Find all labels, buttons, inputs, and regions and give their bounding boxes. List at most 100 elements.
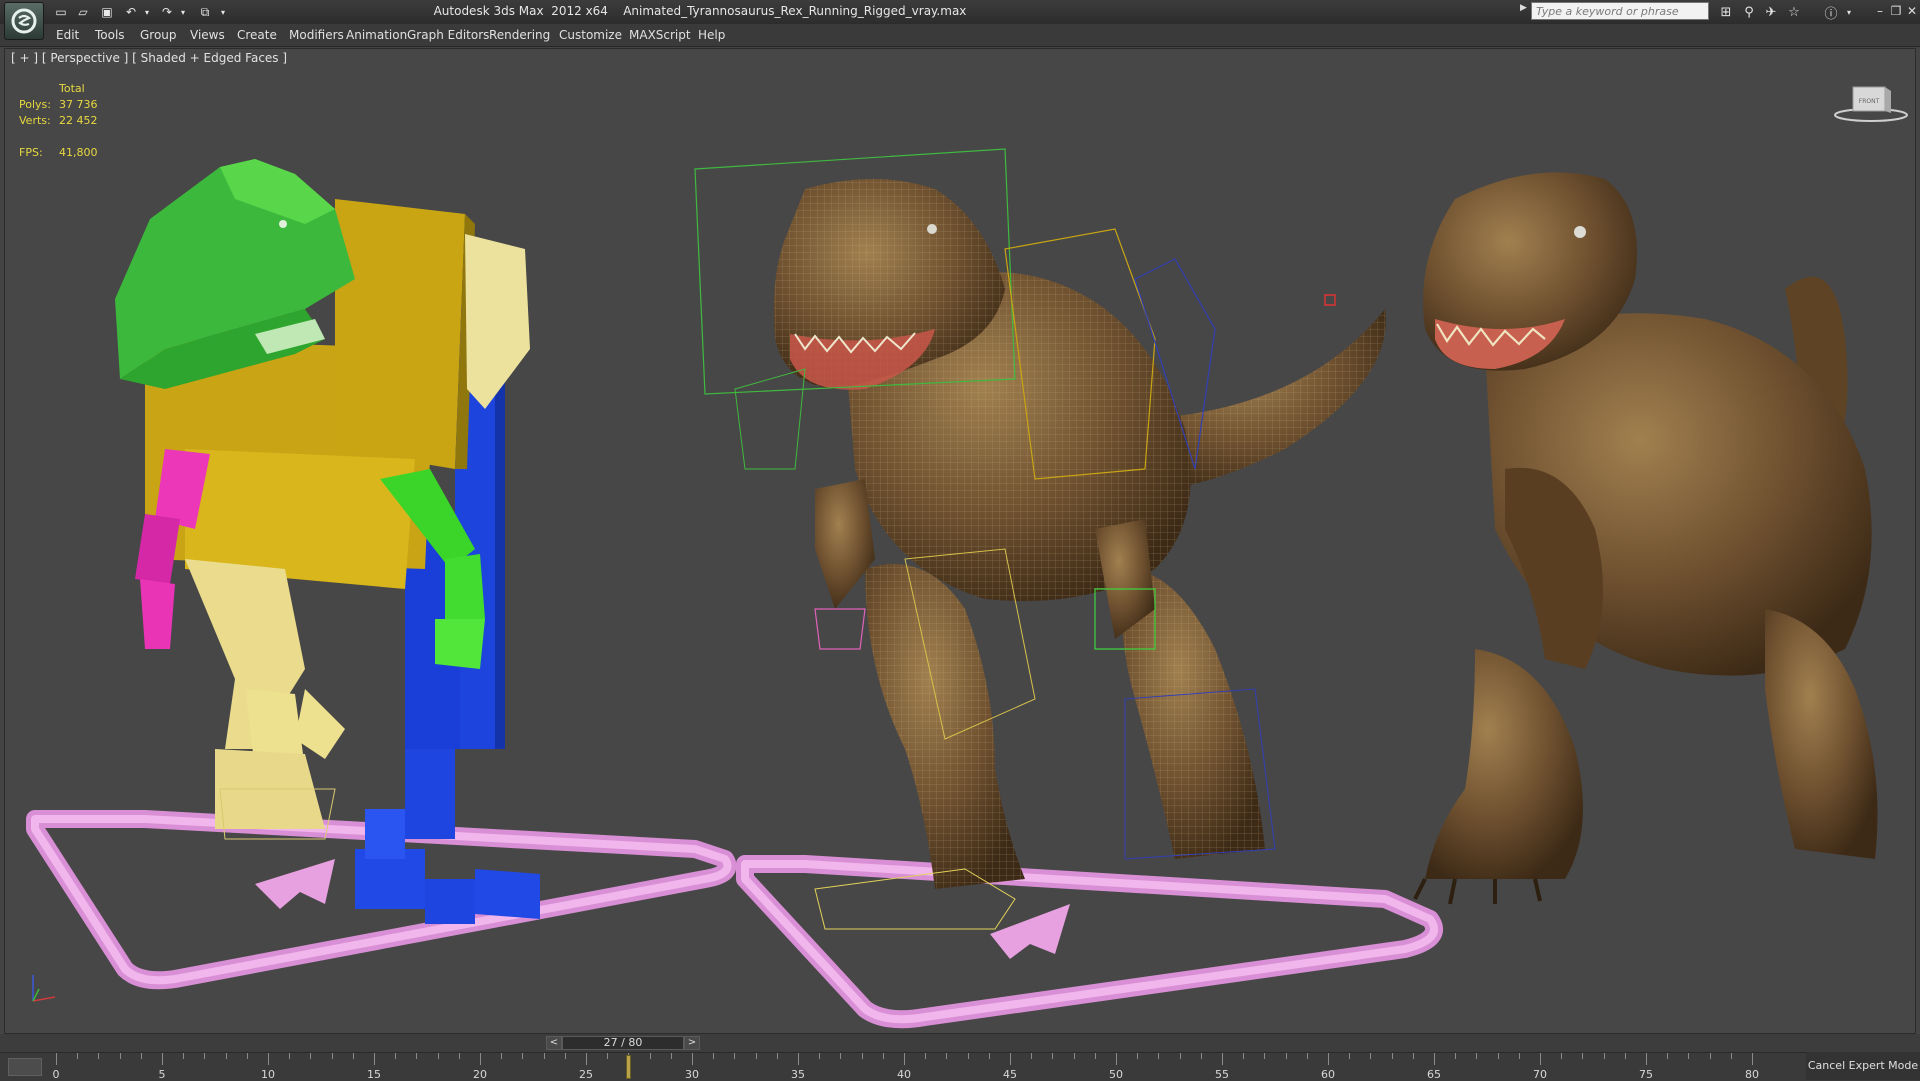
file-name: Animated_Tyrannosaurus_Rex_Running_Rigge… — [623, 4, 967, 18]
ruler-tick — [586, 1053, 587, 1065]
time-slider[interactable]: 27 / 80 — [562, 1036, 684, 1050]
perspective-viewport[interactable]: [ + ] [ Perspective ] [ Shaded + Edged F… — [4, 48, 1916, 1034]
communication-center-icon[interactable]: ✈ — [1762, 3, 1780, 21]
restore-button[interactable]: ❐ — [1888, 2, 1904, 20]
ruler-tick — [458, 1053, 460, 1059]
menu-animation[interactable]: Animation — [346, 28, 407, 42]
time-slider-row: < 27 / 80 > — [0, 1034, 1920, 1052]
menu-rendering[interactable]: Rendering — [489, 28, 550, 42]
biped-rig[interactable] — [115, 159, 540, 924]
help-dropdown-icon[interactable]: ▾ — [1840, 3, 1858, 21]
search-expand-icon[interactable]: ▶ — [1520, 3, 1527, 13]
current-frame-marker[interactable] — [626, 1055, 632, 1079]
ruler-tick — [1222, 1053, 1223, 1065]
footstep-path-middle[interactable] — [736, 855, 1443, 1029]
ruler-tick — [564, 1053, 566, 1059]
stats-fps-value: 41,800 — [59, 146, 98, 159]
ruler-tick — [1752, 1053, 1753, 1065]
ruler-tick-label: 40 — [897, 1068, 911, 1081]
cancel-expert-mode-button[interactable]: Cancel Expert Mode — [1806, 1052, 1920, 1080]
menu-modifiers[interactable]: Modifiers — [289, 28, 344, 42]
ruler-tick — [437, 1053, 439, 1059]
frame-ruler[interactable]: 0 5 10 15 20 25 30 35 40 45 50 55 60 65 70 75 80 — [52, 1053, 1759, 1081]
trex-rigged-wireframe[interactable] — [694, 148, 1386, 930]
ruler-tick — [119, 1053, 121, 1059]
menu-customize[interactable]: Customize — [559, 28, 622, 42]
ruler-tick — [649, 1053, 651, 1059]
menu-create[interactable]: Create — [237, 28, 277, 42]
ruler-tick — [1497, 1053, 1499, 1059]
ruler-tick — [1624, 1053, 1626, 1059]
track-bar[interactable]: 0 5 10 15 20 25 30 35 40 45 50 55 60 65 70 75 80 — [0, 1052, 1920, 1081]
ruler-tick — [1582, 1053, 1584, 1059]
ruler-tick — [713, 1053, 715, 1059]
ruler-tick — [1561, 1053, 1563, 1059]
ruler-tick — [1349, 1053, 1351, 1059]
ruler-tick — [1243, 1053, 1245, 1059]
ruler-tick-label: 5 — [158, 1068, 166, 1081]
minimize-button[interactable]: – — [1872, 2, 1888, 20]
ruler-tick — [692, 1053, 693, 1065]
ruler-tick — [225, 1053, 227, 1059]
ruler-tick — [904, 1053, 905, 1065]
stats-polys-value: 37 736 — [59, 98, 98, 111]
ruler-tick — [1476, 1053, 1478, 1059]
menu-edit[interactable]: Edit — [56, 28, 79, 42]
ruler-tick-label: 60 — [1321, 1068, 1335, 1081]
ruler-tick — [776, 1053, 778, 1059]
ruler-tick-label: 20 — [473, 1068, 487, 1081]
ruler-tick — [734, 1053, 736, 1059]
app-title: Autodesk 3ds Max 2012 x64 — [433, 4, 608, 18]
ruler-tick — [946, 1053, 948, 1059]
ruler-tick — [162, 1053, 163, 1065]
menu-graph-editors[interactable]: Graph Editors — [407, 28, 489, 42]
curve-editor-icon[interactable] — [8, 1058, 42, 1076]
time-slider-prev-button[interactable]: < — [546, 1036, 562, 1050]
ruler-tick — [1306, 1053, 1308, 1059]
ruler-tick — [395, 1053, 397, 1059]
ruler-tick — [310, 1053, 312, 1059]
favorites-star-icon[interactable]: ☆ — [1785, 3, 1803, 21]
ruler-tick-label: 30 — [685, 1068, 699, 1081]
ruler-tick — [967, 1053, 969, 1059]
ruler-tick-label: 70 — [1533, 1068, 1547, 1081]
ruler-tick — [56, 1053, 57, 1065]
ruler-tick-label: 35 — [791, 1068, 805, 1081]
ruler-tick-label: 0 — [52, 1068, 60, 1081]
menu-group[interactable]: Group — [140, 28, 177, 42]
ruler-tick-label: 80 — [1745, 1068, 1759, 1081]
ruler-tick — [1285, 1053, 1287, 1059]
stats-verts-value: 22 452 — [59, 114, 98, 127]
close-button[interactable]: ✕ — [1904, 2, 1920, 20]
viewport-label[interactable]: [ + ] [ Perspective ] [ Shaded + Edged F… — [11, 51, 287, 65]
ruler-tick — [77, 1053, 79, 1059]
ruler-tick — [1709, 1053, 1711, 1059]
ruler-tick — [1116, 1053, 1117, 1065]
trex-rendered-model[interactable] — [1413, 172, 1878, 905]
ruler-tick-label: 10 — [261, 1068, 275, 1081]
stats-verts-label: Verts: — [19, 114, 51, 127]
stats-fps-label: FPS: — [19, 146, 43, 159]
help-icon[interactable]: ⓘ — [1822, 3, 1840, 22]
ruler-tick — [798, 1053, 799, 1065]
menu-help[interactable]: Help — [698, 28, 725, 42]
ruler-tick — [1328, 1053, 1329, 1065]
ruler-tick-label: 55 — [1215, 1068, 1229, 1081]
ruler-tick-label: 75 — [1639, 1068, 1653, 1081]
ruler-tick — [1540, 1053, 1541, 1065]
ruler-tick — [1603, 1053, 1605, 1059]
subscription-key-icon[interactable]: ⚲ — [1740, 3, 1758, 21]
viewcube[interactable]: FRONT — [1831, 83, 1911, 123]
time-slider-next-button[interactable]: > — [684, 1036, 700, 1050]
search-input[interactable]: Type a keyword or phrase — [1531, 2, 1709, 20]
app-menu-button[interactable] — [4, 2, 44, 40]
ruler-tick — [204, 1053, 206, 1059]
ruler-tick — [607, 1053, 609, 1059]
menu-views[interactable]: Views — [190, 28, 225, 42]
ruler-tick — [1370, 1053, 1372, 1059]
menu-maxscript[interactable]: MAXScript — [629, 28, 691, 42]
binoculars-icon[interactable]: ⊞ — [1717, 3, 1735, 21]
ruler-tick — [246, 1053, 248, 1059]
ruler-tick — [1031, 1053, 1033, 1059]
menu-tools[interactable]: Tools — [95, 28, 125, 42]
